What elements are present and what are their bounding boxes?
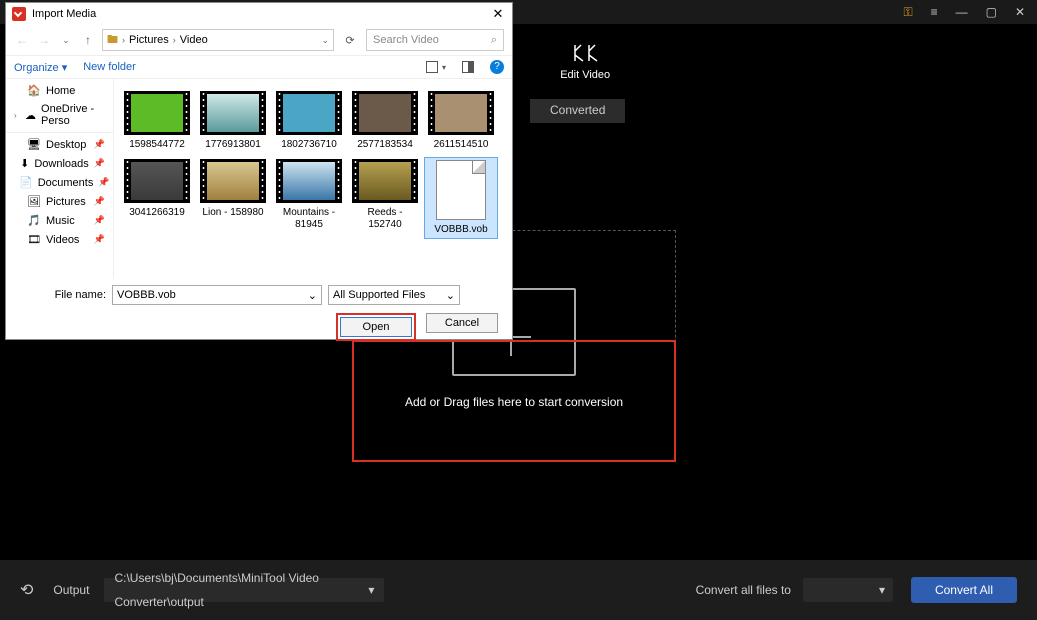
dialog-nav: ← → ⌄ ↑ 🖿 › Pictures › Video ⌄ ⟳ Search …	[6, 25, 512, 55]
up-icon[interactable]: ↑	[80, 33, 96, 47]
chevron-down-icon[interactable]: ⌄	[321, 35, 329, 46]
sidebar-item-onedrive[interactable]: ›☁OneDrive - Perso	[6, 100, 113, 130]
sidebar-item-desktop[interactable]: 🖥Desktop📌	[6, 135, 113, 154]
file-item[interactable]: 2611514510	[424, 89, 498, 153]
dialog-bottom: File name: VOBBB.vob⌄ All Supported File…	[6, 279, 512, 347]
edit-video-button[interactable]: Edit Video	[560, 43, 610, 81]
app-logo-icon	[12, 7, 26, 21]
convert-format-select[interactable]: ▾	[803, 578, 893, 602]
cancel-button[interactable]: Cancel	[426, 313, 498, 333]
sidebar-item-home[interactable]: 🏠Home	[6, 81, 113, 100]
file-item[interactable]: 1802736710	[272, 89, 346, 153]
app-close-icon[interactable]: ✕	[1015, 5, 1025, 19]
convert-to-label: Convert all files to	[696, 583, 791, 597]
sidebar-item-downloads[interactable]: ⬇Downloads📌	[6, 154, 113, 173]
key-icon[interactable]: ⚿	[903, 5, 912, 20]
breadcrumb[interactable]: 🖿 › Pictures › Video ⌄	[102, 29, 334, 51]
maximize-icon[interactable]: ▢	[986, 5, 997, 19]
dialog-titlebar: Import Media ✕	[6, 3, 512, 25]
minimize-icon[interactable]: —	[956, 5, 968, 19]
drop-text: Add or Drag files here to start conversi…	[352, 395, 676, 409]
bottom-bar: ⟲ Output C:\Users\bj\Documents\MiniTool …	[0, 560, 1037, 620]
file-item[interactable]: Mountains - 81945	[272, 157, 346, 239]
tab-converted[interactable]: Converted	[530, 99, 625, 123]
file-item[interactable]: 3041266319	[120, 157, 194, 239]
open-button-highlight: Open	[336, 313, 416, 341]
filename-input[interactable]: VOBBB.vob⌄	[112, 285, 322, 305]
open-button[interactable]: Open	[340, 317, 412, 337]
forward-icon[interactable]: →	[36, 33, 52, 47]
close-icon[interactable]: ✕	[484, 6, 512, 22]
output-path-select[interactable]: C:\Users\bj\Documents\MiniTool Video Con…	[104, 578, 384, 602]
filename-label: File name:	[16, 289, 106, 301]
menu-icon[interactable]: ≡	[931, 5, 938, 19]
new-folder-button[interactable]: New folder	[83, 61, 136, 73]
search-icon: ⌕	[491, 34, 497, 47]
output-label: Output	[53, 583, 89, 597]
file-item[interactable]: Lion - 158980	[196, 157, 270, 239]
file-item[interactable]: 1598544772	[120, 89, 194, 153]
sidebar-item-music[interactable]: 🎵Music📌	[6, 211, 113, 230]
sidebar-item-videos[interactable]: 🎞Videos📌	[6, 230, 113, 249]
view-options[interactable]: ▾	[426, 61, 446, 73]
sidebar-item-pictures[interactable]: 🖼Pictures📌	[6, 192, 113, 211]
convert-all-button[interactable]: Convert All	[911, 577, 1017, 603]
history-icon[interactable]: ⟲	[20, 580, 33, 600]
dialog-title: Import Media	[32, 8, 484, 20]
preview-pane-button[interactable]	[462, 61, 474, 73]
file-item[interactable]: 2577183534	[348, 89, 422, 153]
search-input[interactable]: Search Video ⌕	[366, 29, 504, 51]
dialog-toolbar: Organize ▾ New folder ▾ ?	[6, 55, 512, 79]
sidebar: 🏠Home ›☁OneDrive - Perso 🖥Desktop📌 ⬇Down…	[6, 79, 114, 279]
file-type-filter[interactable]: All Supported Files⌄	[328, 285, 460, 305]
sidebar-item-documents[interactable]: 📄Documents📌	[6, 173, 113, 192]
organize-button[interactable]: Organize ▾	[14, 61, 67, 74]
help-icon[interactable]: ?	[490, 60, 504, 74]
folder-icon: 🖿	[107, 31, 118, 50]
file-item[interactable]: Reeds - 152740	[348, 157, 422, 239]
file-grid: 1598544772 1776913801 1802736710 2577183…	[114, 79, 512, 279]
back-icon[interactable]: ←	[14, 33, 30, 47]
refresh-icon[interactable]: ⟳	[340, 34, 360, 47]
file-item[interactable]: 1776913801	[196, 89, 270, 153]
chevron-down-icon[interactable]: ⌄	[58, 35, 74, 46]
import-media-dialog: Import Media ✕ ← → ⌄ ↑ 🖿 › Pictures › Vi…	[5, 2, 513, 340]
file-item-selected[interactable]: VOBBB.vob	[424, 157, 498, 239]
